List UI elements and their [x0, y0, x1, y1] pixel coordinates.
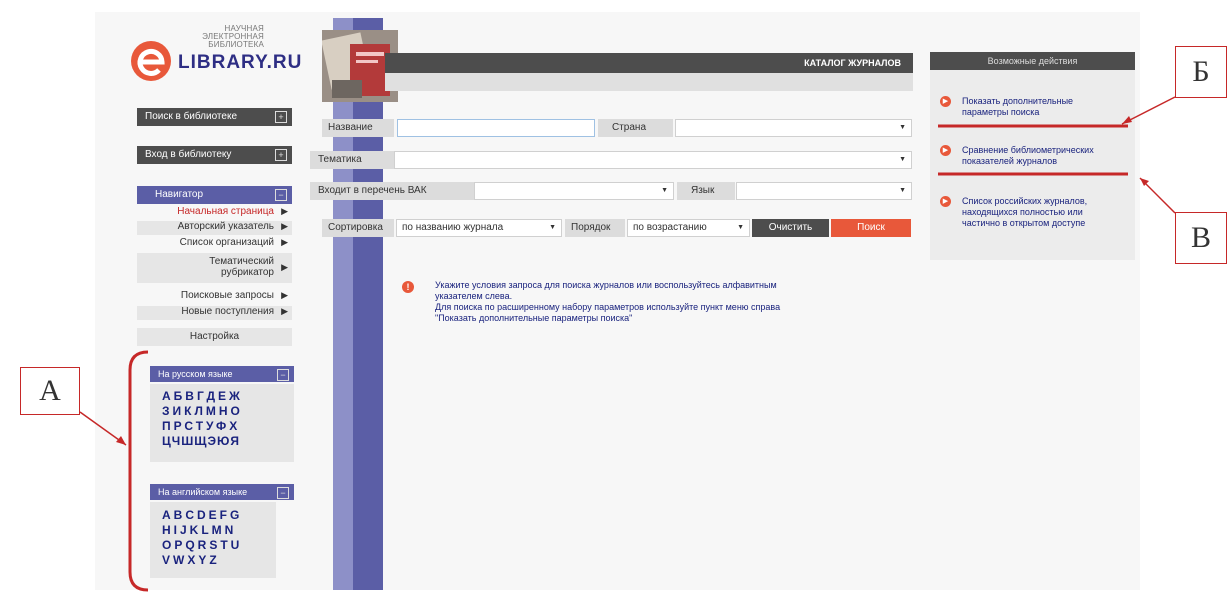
- annotation-overlay: [79, 96, 1176, 592]
- annotation-label-a: А: [20, 367, 80, 415]
- annotation-label-v: В: [1175, 212, 1227, 264]
- annotation-label-b: Б: [1175, 46, 1227, 98]
